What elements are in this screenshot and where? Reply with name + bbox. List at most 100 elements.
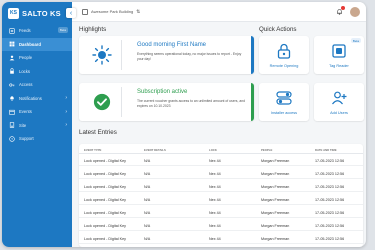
building-name: Awesome Park Building [91,9,134,14]
date-time-cell: 17-05-2023 12:56 [315,223,345,228]
latest-entries-table: EVENT TYPE EVENT DETAILS LOCK PEOPLE DAT… [79,144,363,247]
subscription-text: The current voucher grants access to an … [137,99,245,109]
salto-logo-icon: KS [8,7,19,19]
column-header-event-details[interactable]: EVENT DETAILS [144,148,166,152]
swap-icon[interactable]: ⇅ [136,9,140,15]
people-cell: Morgan Freeman [261,171,290,176]
people-cell: Morgan Freeman [261,210,290,215]
table-row[interactable]: Lock opened - Digital Key N/A Nex 44 Mor… [79,206,363,218]
quick-actions-title: Quick Actions [259,26,297,33]
table-header: EVENT TYPE EVENT DETAILS LOCK PEOPLE DAT… [79,144,363,154]
quick-action-label: Installer access [270,111,298,115]
subscription-card: Subscription active The current voucher … [79,83,254,121]
table-row[interactable]: Lock opened - Digital Key N/A Nex 44 Mor… [79,180,363,192]
quick-action-label: Remote Opening [269,64,299,68]
table-row[interactable]: Lock opened - Digital Key N/A Nex 44 Mor… [79,193,363,205]
sidebar-item-dashboard[interactable]: Dashboard [2,37,72,51]
lock-cell: Nex 44 [209,210,221,215]
divider [121,87,122,117]
date-time-cell: 17-05-2023 12:56 [315,210,345,215]
lock-cell: Nex 44 [209,223,221,228]
sidebar-item-label: Feeds [19,28,31,34]
greeting-card: Good morning First Name Everything seems… [79,36,254,74]
event-type-cell: Lock opened - Digital Key [84,197,127,202]
date-time-cell: 17-05-2023 12:56 [315,171,345,176]
highlights-title: Highlights [79,26,107,33]
check-circle-icon [91,91,113,113]
lock-cell: Nex 44 [209,236,221,241]
chevron-left-icon: ‹ [69,9,73,17]
building-selector[interactable]: Awesome Park Building ⇅ [82,8,140,15]
event-details-cell: N/A [144,197,151,202]
column-header-people[interactable]: PEOPLE [261,148,272,152]
chevron-right-icon: › [65,95,67,102]
event-details-cell: N/A [144,210,151,215]
collapse-sidebar-button[interactable]: ‹ [66,8,76,18]
sun-icon [91,44,113,66]
add-user-icon [331,90,347,106]
event-details-cell: N/A [144,236,151,241]
sidebar-item-feeds[interactable]: Feeds Beta [2,24,72,38]
sidebar-item-locks[interactable]: Locks [2,65,72,79]
people-cell: Morgan Freeman [261,184,290,189]
table-row[interactable]: Lock opened - Digital Key N/A Nex 44 Mor… [79,154,363,166]
sidebar-item-label: Support [19,136,34,142]
column-header-lock[interactable]: LOCK [209,148,217,152]
top-bar: Awesome Park Building ⇅ [72,2,366,22]
help-icon: ? [9,136,15,142]
date-time-cell: 17-05-2023 12:56 [315,158,345,163]
building-icon [82,8,88,15]
subscription-title: Subscription active [137,89,188,95]
brand[interactable]: KS SALTO KS [8,7,61,19]
event-details-cell: N/A [144,171,151,176]
quick-action-label: Tag Reader [329,64,349,68]
people-icon [9,55,15,61]
column-header-event-type[interactable]: EVENT TYPE [84,148,101,152]
add-users-button[interactable]: Add Users [314,83,364,121]
remote-opening-button[interactable]: Remote Opening [259,36,309,74]
bell-icon [336,9,343,17]
accent-stripe [251,83,254,121]
home-icon [9,41,15,47]
notification-badge [341,6,345,10]
people-cell: Morgan Freeman [261,223,290,228]
event-type-cell: Lock opened - Digital Key [84,171,127,176]
sidebar-item-label: Access [19,82,33,88]
sidebar-item-label: Notifications [19,95,42,101]
key-icon [9,82,15,88]
chevron-right-icon: › [65,122,67,129]
people-cell: Morgan Freeman [261,236,290,241]
unlock-icon [276,43,292,59]
lock-cell: Nex 44 [209,158,221,163]
building-icon [9,122,15,128]
toggles-icon [276,90,292,106]
table-row[interactable]: Lock opened - Digital Key N/A Nex 44 Mor… [79,219,363,231]
beta-badge: Beta [57,27,68,33]
event-details-cell: N/A [144,184,151,189]
app-window: KS SALTO KS Feeds Beta Dashboard People … [2,2,366,247]
event-details-cell: N/A [144,223,151,228]
sidebar-item-support[interactable]: ? Support [2,132,72,146]
table-row[interactable]: Lock opened - Digital Key N/A Nex 44 Mor… [79,167,363,179]
sidebar-item-label: Dashboard [19,41,41,47]
event-details-cell: N/A [144,158,151,163]
sidebar-item-people[interactable]: People [2,51,72,65]
table-row[interactable]: Lock opened - Digital Key N/A Nex 44 Mor… [79,232,363,244]
sidebar-item-label: Locks [19,68,30,74]
sidebar-item-site[interactable]: Site › [2,119,72,133]
date-time-cell: 17-05-2023 12:56 [315,184,345,189]
notifications-button[interactable] [336,6,345,17]
installer-access-button[interactable]: Installer access [259,83,309,121]
brand-name: SALTO KS [22,8,61,18]
quick-action-label: Add Users [330,111,348,115]
column-header-date-time[interactable]: DATE AND TIME [315,148,337,152]
tag-reader-button[interactable]: Beta Tag Reader [314,36,364,74]
lock-cell: Nex 44 [209,184,221,189]
sidebar-item-events[interactable]: Events › [2,105,72,119]
calendar-icon [9,109,15,115]
people-cell: Morgan Freeman [261,197,290,202]
sidebar-item-access[interactable]: Access [2,78,72,92]
greeting-title: Good morning First Name [137,42,207,48]
sidebar-item-notifications[interactable]: Notifications › [2,92,72,106]
avatar[interactable] [350,7,360,17]
